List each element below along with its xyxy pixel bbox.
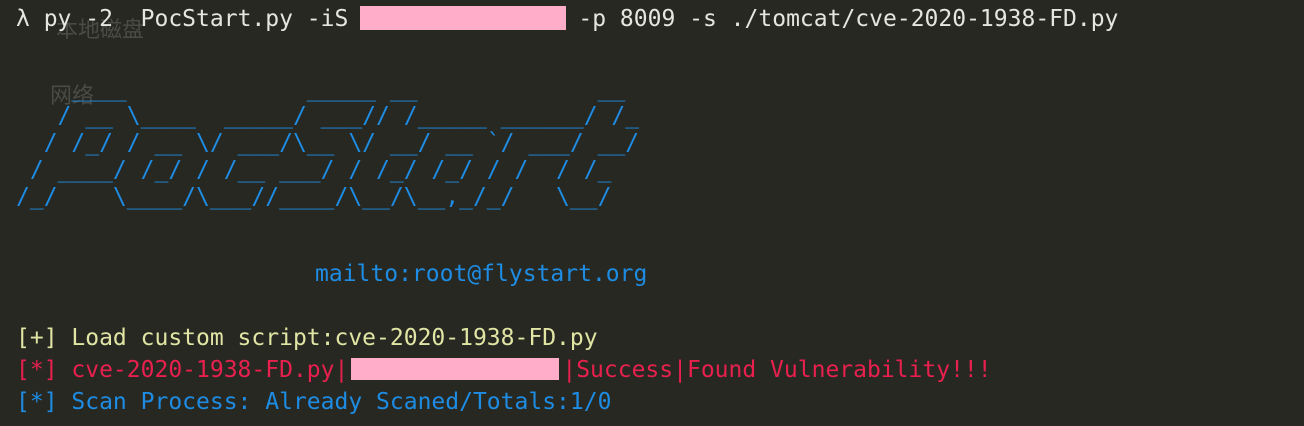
ascii-art-line: / /_/ / __ \/ ___/\__ \/ __/ __ `/ ___/ … bbox=[43, 130, 640, 156]
command-text-end: -p 8009 -s ./tomcat/cve-2020-1938-FD.py bbox=[578, 6, 1119, 32]
output-scan-process: [*] Scan Process: Already Scaned/Totals:… bbox=[16, 389, 612, 415]
redacted-target-host bbox=[351, 358, 560, 380]
ascii-art-line: ____ _____ __ __ bbox=[71, 76, 626, 102]
prompt-symbol: λ bbox=[16, 6, 30, 32]
redacted-target-ip bbox=[360, 6, 567, 30]
terminal-window[interactable]: 本地磁盘 网络 λ py -2 PocStart.py -iS -p 8009 -… bbox=[0, 0, 1304, 426]
found-prefix: [*] cve-2020-1938-FD.py| bbox=[16, 357, 349, 383]
ascii-art-banner: ____ _____ __ __ / __ \____ _____/ ___//… bbox=[16, 76, 639, 211]
ascii-art-line: / __ \____ _____/ ___// /_____ ______/ /… bbox=[57, 103, 640, 129]
found-suffix: |Success|Found Vulnerability!!! bbox=[562, 357, 992, 383]
mailto-text: mailto:root@flystart.org bbox=[315, 261, 648, 287]
output-vulnerability-found: [*] cve-2020-1938-FD.py| |Success|Found V… bbox=[16, 354, 992, 386]
mailto-link[interactable]: mailto:root@flystart.org bbox=[16, 258, 647, 290]
command-text-start: py -2 PocStart.py -iS bbox=[29, 6, 349, 32]
output-load-script: [+] Load custom script:cve-2020-1938-FD.… bbox=[16, 325, 598, 351]
ascii-art-line: /_/ \____/\___//____/\__/\__,_/_/ \__/ bbox=[16, 184, 640, 210]
ascii-art-line: / ____/ /_/ / /__ ___/ / /_/ /_/ / / / /… bbox=[29, 157, 612, 183]
command-line: λ py -2 PocStart.py -iS -p 8009 -s ./tomc… bbox=[16, 3, 1118, 35]
